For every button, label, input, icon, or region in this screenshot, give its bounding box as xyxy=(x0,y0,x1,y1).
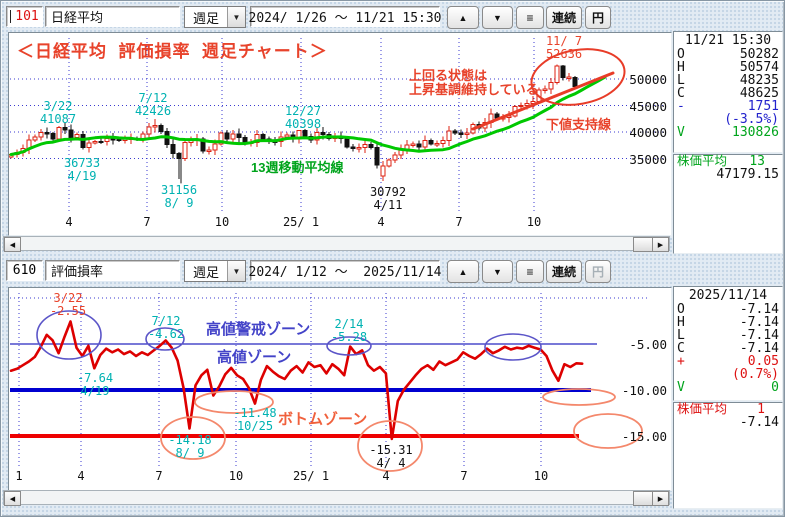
chart2-scrollbar[interactable]: ◀ ▶ xyxy=(3,490,670,506)
chart1-prev-button[interactable]: ▲ xyxy=(447,6,479,29)
scroll-left-icon[interactable]: ◀ xyxy=(4,491,21,506)
chart-annotation: ボトムゾーン xyxy=(278,411,368,428)
chart1-date-range: 2024/ 1/26 ～ 11/21 15:30 xyxy=(249,6,442,27)
period-value: 週足 xyxy=(192,264,219,280)
chart1-code-field[interactable]: 101 xyxy=(6,6,43,27)
chart-annotation: 11/ 7 52636 xyxy=(545,34,583,61)
chart2-continuous-button[interactable]: 連続 xyxy=(546,260,582,283)
chart-annotation: 12/27 40398 xyxy=(284,104,322,131)
period-value: 週足 xyxy=(192,10,219,26)
chart-window: 101 日経平均 週足 ▼ 2024/ 1/26 ～ 11/21 15:30 ▲… xyxy=(0,0,785,517)
chart-annotation: -7.64 4/19 xyxy=(76,371,114,398)
chart2-code-field[interactable]: 610 xyxy=(6,260,43,281)
chart-annotation: 7/12 42426 xyxy=(134,91,172,118)
average-panel-bottom: 株価平均 1 -7.14 xyxy=(673,402,783,509)
chart1-yen-button[interactable]: 円 xyxy=(585,6,611,29)
y-tick-label: -10.00 xyxy=(621,383,667,398)
average-value-row: 47179.15 xyxy=(716,167,779,182)
loss-ratio-chart-plot: 1 4 7 10 25/ 1 4 7 10 -5.00 -10.00 -15.00 3/22 -2.5… xyxy=(8,287,672,491)
scroll-left-icon[interactable]: ◀ xyxy=(4,237,21,252)
chart-annotation: 高値警戒ゾーン xyxy=(206,321,311,338)
y-tick-label: -15.00 xyxy=(621,429,667,444)
x-tick-label: 1 xyxy=(15,469,23,483)
chart-annotation: 30792 4/11 xyxy=(369,185,407,212)
chart1-next-button[interactable]: ▼ xyxy=(482,6,513,29)
average-value-row: -7.14 xyxy=(739,415,779,430)
text-caret xyxy=(10,10,12,23)
quote-panel-bottom: 2025/11/14 O -7.14 H -7.14 L -7.14 C -7.14 +… xyxy=(673,286,783,401)
x-tick-label: 10 xyxy=(526,215,542,229)
chart2-yen-button: 円 xyxy=(585,260,611,283)
x-tick-label: 7 xyxy=(460,469,468,483)
chart2-date-range: 2024/ 1/12 ～ 2025/11/14 xyxy=(249,260,442,281)
x-tick-label: 7 xyxy=(155,469,163,483)
chart-annotation: -14.18 8/ 9 xyxy=(168,433,212,460)
x-tick-label: 10 xyxy=(214,215,230,229)
quote-volume-row: V0 xyxy=(677,380,779,395)
chevron-down-icon[interactable]: ▼ xyxy=(227,261,245,281)
chart2-period-select[interactable]: 週足 ▼ xyxy=(184,260,246,282)
chart2-name-display: 評価損率 xyxy=(45,260,180,281)
quote-volume-row: V 130826 xyxy=(677,125,779,140)
chart-annotation: 上回る状態は 上昇基調維持している xyxy=(409,68,539,97)
chart1-period-select[interactable]: 週足 ▼ xyxy=(184,6,246,28)
y-tick-label: 50000 xyxy=(629,72,667,87)
chart-annotation: 高値ゾーン xyxy=(217,349,292,366)
chart-annotation: 13週移動平均線 xyxy=(251,160,344,175)
chart-annotation: 36733 4/19 xyxy=(63,156,101,183)
x-tick-label: 7 xyxy=(143,215,151,229)
average-panel-top: 株価平均 13 47179.15 xyxy=(673,154,783,254)
quote-change-pct-row: (0.7%) xyxy=(732,367,779,382)
chart1-menu-button[interactable]: ≡ xyxy=(516,6,544,29)
x-tick-label: 4 xyxy=(65,215,73,229)
x-tick-label: 4 xyxy=(382,469,390,483)
chart-annotation: 下値支持線 xyxy=(546,117,612,132)
quote-date: 11/21 15:30 xyxy=(684,33,772,48)
x-tick-label: 7 xyxy=(455,215,463,229)
y-tick-label: -5.00 xyxy=(629,337,667,352)
chart2-prev-button[interactable]: ▲ xyxy=(447,260,479,283)
chevron-down-icon[interactable]: ▼ xyxy=(227,7,245,27)
x-tick-label: 10 xyxy=(228,469,244,483)
x-tick-label: 25/ 1 xyxy=(292,469,330,483)
quote-panel-top: 11/21 15:30 O 50282 H 50574 L 48235 C 48625 … xyxy=(673,31,783,153)
x-tick-label: 4 xyxy=(377,215,385,229)
y-tick-label: 35000 xyxy=(629,151,667,167)
candlestick-chart-plot: ＜日経平均 評価損率 週足チャート＞ 4 7 10 25/ 1 4 7 10 50000 450… xyxy=(8,32,672,236)
chart1-toolbar: 101 日経平均 週足 ▼ 2024/ 1/26 ～ 11/21 15:30 ▲… xyxy=(1,4,671,30)
y-tick-label: 45000 xyxy=(629,98,667,114)
y-tick-label: 40000 xyxy=(629,125,667,140)
chart-annotation: -15.31 4/ 4 xyxy=(369,443,413,470)
chart-annotation: 31156 8/ 9 xyxy=(160,183,198,210)
chart2-next-button[interactable]: ▼ xyxy=(482,260,513,283)
scroll-right-icon[interactable]: ▶ xyxy=(652,491,669,506)
chart1-scrollbar[interactable]: ◀ ▶ xyxy=(3,236,670,252)
chart2-menu-button[interactable]: ≡ xyxy=(516,260,544,283)
chart2-toolbar: 610 評価損率 週足 ▼ 2024/ 1/12 ～ 2025/11/14 ▲ … xyxy=(1,258,671,284)
scroll-right-icon[interactable]: ▶ xyxy=(652,237,669,252)
quote-date: 2025/11/14 xyxy=(688,288,768,303)
chart1-name-display: 日経平均 xyxy=(45,6,180,27)
chart1-continuous-button[interactable]: 連続 xyxy=(546,6,582,29)
x-tick-label: 10 xyxy=(533,469,549,483)
x-tick-label: 4 xyxy=(77,469,85,483)
x-tick-label: 25/ 1 xyxy=(282,215,320,229)
